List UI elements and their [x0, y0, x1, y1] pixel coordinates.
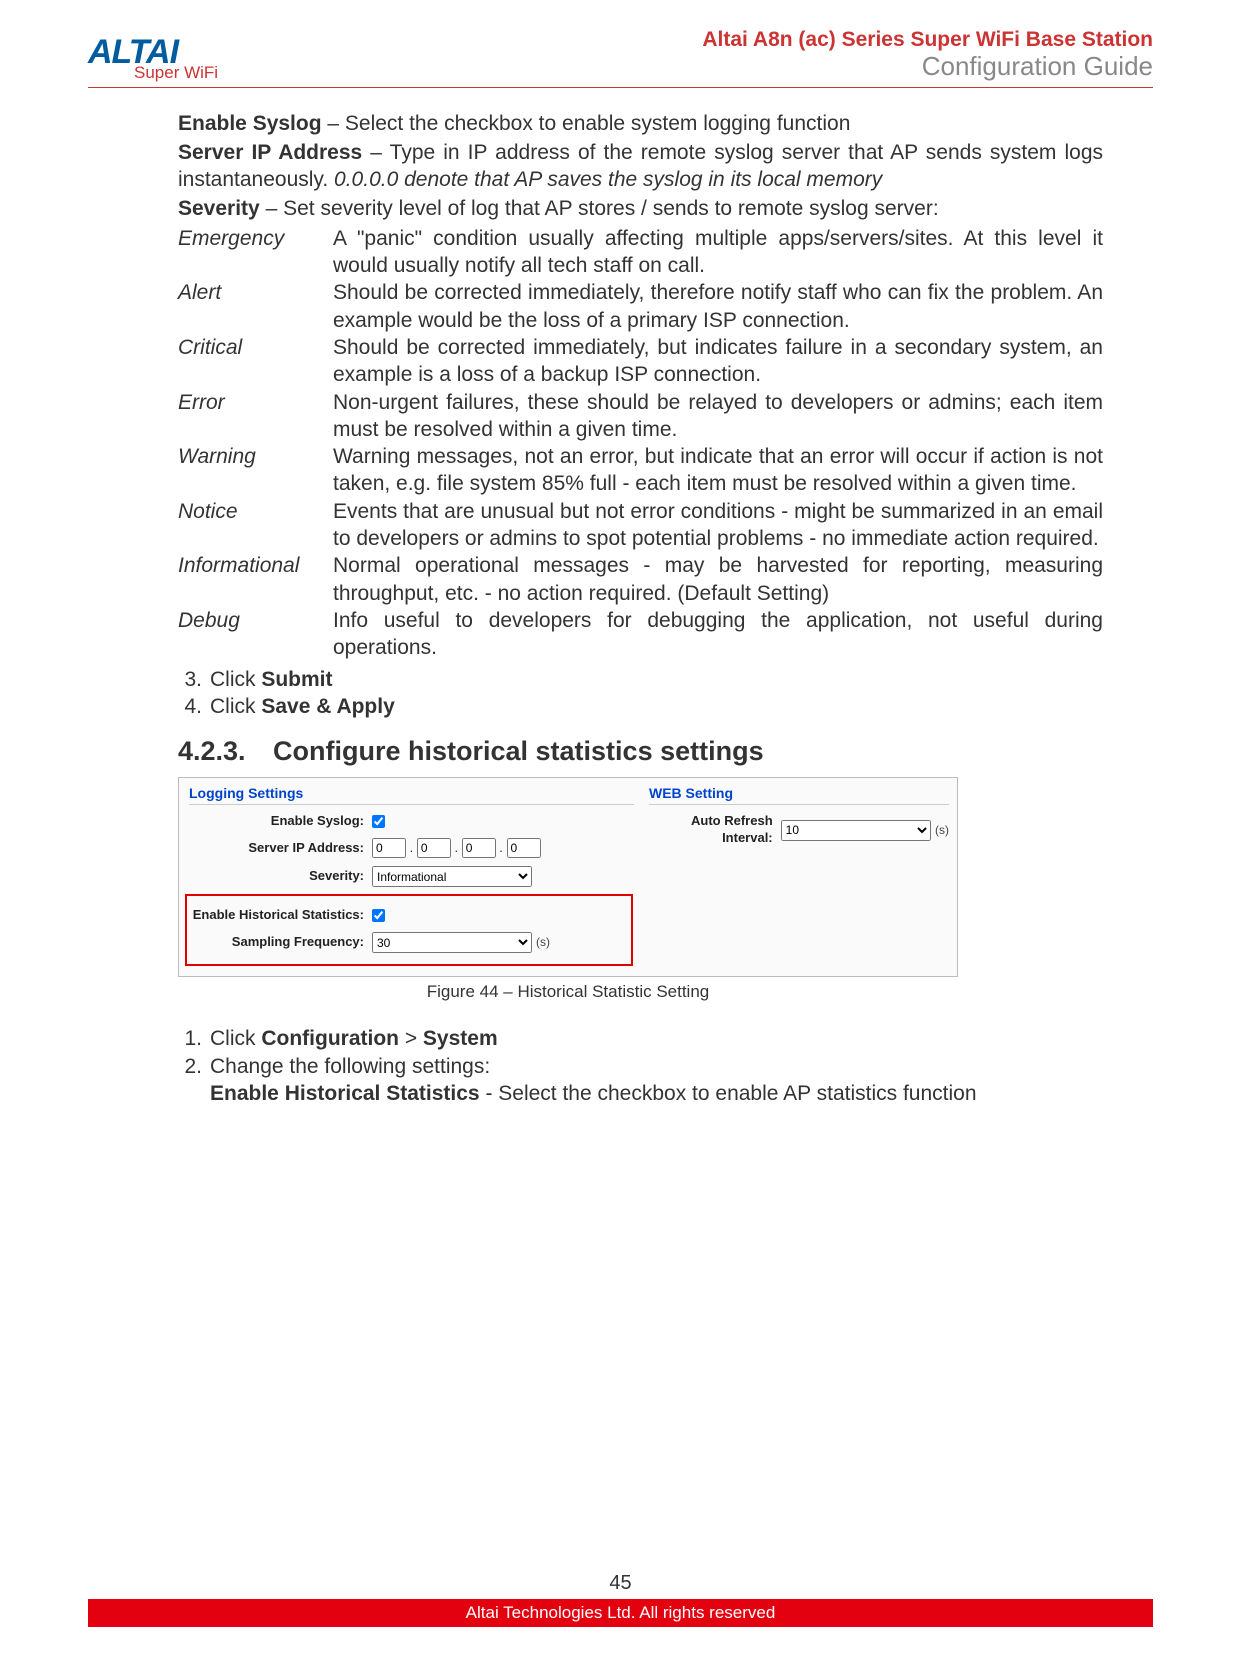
step-list-lower: 1. Click Configuration > System 2. Chang…	[178, 1025, 1103, 1107]
s1-b1: Configuration	[261, 1027, 399, 1050]
fig-row-auto: Auto Refresh Interval: 10 (s)	[649, 813, 949, 847]
label-enable-syslog: Enable Syslog	[178, 112, 322, 135]
step-3-num: 3.	[178, 666, 210, 693]
logo-block: ALTAI Super WiFi	[88, 37, 218, 81]
severity-row: NoticeEvents that are unusual but not er…	[178, 498, 1103, 553]
severity-row: EmergencyA "panic" condition usually aff…	[178, 225, 1103, 280]
step2-2-num: 2.	[178, 1053, 210, 1080]
step-4-pre: Click	[210, 695, 261, 718]
label-server-ip: Server IP Address	[178, 141, 362, 164]
sampling-freq-select[interactable]: 30	[372, 932, 532, 953]
auto-refresh-select[interactable]: 10	[781, 820, 931, 841]
fig-logging-title: Logging Settings	[189, 784, 634, 805]
severity-row: WarningWarning messages, not an error, b…	[178, 443, 1103, 498]
fig-row-hist: Enable Historical Statistics:	[189, 907, 634, 924]
para-enable-syslog: Enable Syslog – Select the checkbox to e…	[178, 110, 1103, 137]
auto-refresh-suffix: (s)	[935, 823, 949, 839]
figure-wrap: Logging Settings Enable Syslog: Server I…	[178, 777, 1103, 1003]
step-3-pre: Click	[210, 668, 261, 691]
figure-right-col: WEB Setting Auto Refresh Interval: 10 (s…	[649, 784, 949, 855]
step-3-bold: Submit	[261, 668, 332, 691]
ip-octet-2[interactable]	[417, 838, 451, 858]
enable-syslog-checkbox[interactable]	[372, 815, 385, 828]
step2-1: 1. Click Configuration > System	[178, 1025, 1103, 1052]
fig-label-severity: Severity:	[189, 868, 364, 885]
section-heading: 4.2.3.Configure historical statistics se…	[178, 734, 1103, 769]
s1-mid: >	[399, 1027, 423, 1050]
fig-label-enable-syslog: Enable Syslog:	[189, 813, 364, 830]
severity-desc: Should be corrected immediately, therefo…	[333, 279, 1103, 334]
s2b-bold: Enable Historical Statistics	[210, 1082, 480, 1105]
fig-label-hist: Enable Historical Statistics:	[189, 907, 364, 924]
historical-stats-checkbox[interactable]	[372, 909, 385, 922]
fig-row-server-ip: Server IP Address: . . .	[189, 838, 634, 858]
page-header: ALTAI Super WiFi Altai A8n (ac) Series S…	[88, 28, 1153, 88]
severity-desc: Should be corrected immediately, but ind…	[333, 334, 1103, 389]
s1-b2: System	[423, 1027, 498, 1050]
fig-label-samp: Sampling Frequency:	[189, 934, 364, 951]
section-title: Configure historical statistics settings	[273, 736, 764, 766]
para-severity: Severity – Set severity level of log tha…	[178, 195, 1103, 222]
footer-bar: Altai Technologies Ltd. All rights reser…	[88, 1599, 1153, 1627]
text-enable-syslog: – Select the checkbox to enable system l…	[322, 112, 851, 135]
severity-desc: Warning messages, not an error, but indi…	[333, 443, 1103, 498]
severity-desc: Events that are unusual but not error co…	[333, 498, 1103, 553]
label-severity: Severity	[178, 197, 260, 220]
severity-desc: A "panic" condition usually affecting mu…	[333, 225, 1103, 280]
figure-44: Logging Settings Enable Syslog: Server I…	[178, 777, 958, 977]
fig-highlight-group: Enable Historical Statistics: Sampling F…	[189, 895, 634, 953]
header-right: Altai A8n (ac) Series Super WiFi Base St…	[702, 28, 1153, 81]
s1-pre: Click	[210, 1027, 261, 1050]
step-4-bold: Save & Apply	[261, 695, 394, 718]
severity-row: InformationalNormal operational messages…	[178, 552, 1103, 607]
severity-desc: Normal operational messages - may be har…	[333, 552, 1103, 607]
section-number: 4.2.3.	[178, 734, 273, 769]
severity-name: Alert	[178, 279, 333, 334]
fig-row-enable-syslog: Enable Syslog:	[189, 813, 634, 830]
ip-input-group: . . .	[372, 838, 541, 858]
text-server-ip-i: 0.0.0.0 denote that AP saves the syslog …	[334, 168, 882, 191]
severity-name: Debug	[178, 607, 333, 662]
figure-caption: Figure 44 – Historical Statistic Setting	[178, 981, 958, 1003]
para-server-ip: Server IP Address – Type in IP address o…	[178, 139, 1103, 194]
step-4-num: 4.	[178, 693, 210, 720]
ip-octet-3[interactable]	[462, 838, 496, 858]
doc-product: Altai A8n (ac) Series Super WiFi Base St…	[702, 28, 1153, 52]
severity-row: CriticalShould be corrected immediately,…	[178, 334, 1103, 389]
step2-1-num: 1.	[178, 1025, 210, 1052]
severity-row: DebugInfo useful to developers for debug…	[178, 607, 1103, 662]
severity-name: Warning	[178, 443, 333, 498]
figure-left-col: Logging Settings Enable Syslog: Server I…	[189, 784, 634, 961]
severity-desc: Non-urgent failures, these should be rel…	[333, 389, 1103, 444]
step2-2: 2. Change the following settings: Enable…	[178, 1053, 1103, 1108]
fig-label-auto: Auto Refresh Interval:	[649, 813, 773, 847]
severity-name: Informational	[178, 552, 333, 607]
severity-name: Critical	[178, 334, 333, 389]
severity-name: Notice	[178, 498, 333, 553]
severity-desc: Info useful to developers for debugging …	[333, 607, 1103, 662]
severity-select[interactable]: Informational	[372, 866, 532, 887]
logo-sub: Super WiFi	[134, 65, 218, 80]
step-4: 4. Click Save & Apply	[178, 693, 1103, 720]
step-3: 3. Click Submit	[178, 666, 1103, 693]
severity-table: EmergencyA "panic" condition usually aff…	[178, 225, 1103, 662]
text-severity: – Set severity level of log that AP stor…	[260, 197, 939, 220]
severity-row: ErrorNon-urgent failures, these should b…	[178, 389, 1103, 444]
ip-octet-4[interactable]	[507, 838, 541, 858]
s2-text: Change the following settings:	[210, 1055, 490, 1078]
s2b-text: - Select the checkbox to enable AP stati…	[480, 1082, 977, 1105]
fig-row-severity: Severity: Informational	[189, 866, 634, 887]
doc-title: Configuration Guide	[702, 52, 1153, 81]
sampling-suffix: (s)	[536, 935, 550, 951]
content-area: Enable Syslog – Select the checkbox to e…	[88, 106, 1153, 1108]
fig-label-server-ip: Server IP Address:	[189, 840, 364, 857]
fig-row-samp: Sampling Frequency: 30 (s)	[189, 932, 634, 953]
page-number: 45	[0, 1572, 1241, 1595]
severity-name: Emergency	[178, 225, 333, 280]
ip-octet-1[interactable]	[372, 838, 406, 858]
severity-name: Error	[178, 389, 333, 444]
fig-web-title: WEB Setting	[649, 784, 949, 805]
step-list-upper: 3. Click Submit 4. Click Save & Apply	[178, 666, 1103, 721]
severity-row: AlertShould be corrected immediately, th…	[178, 279, 1103, 334]
